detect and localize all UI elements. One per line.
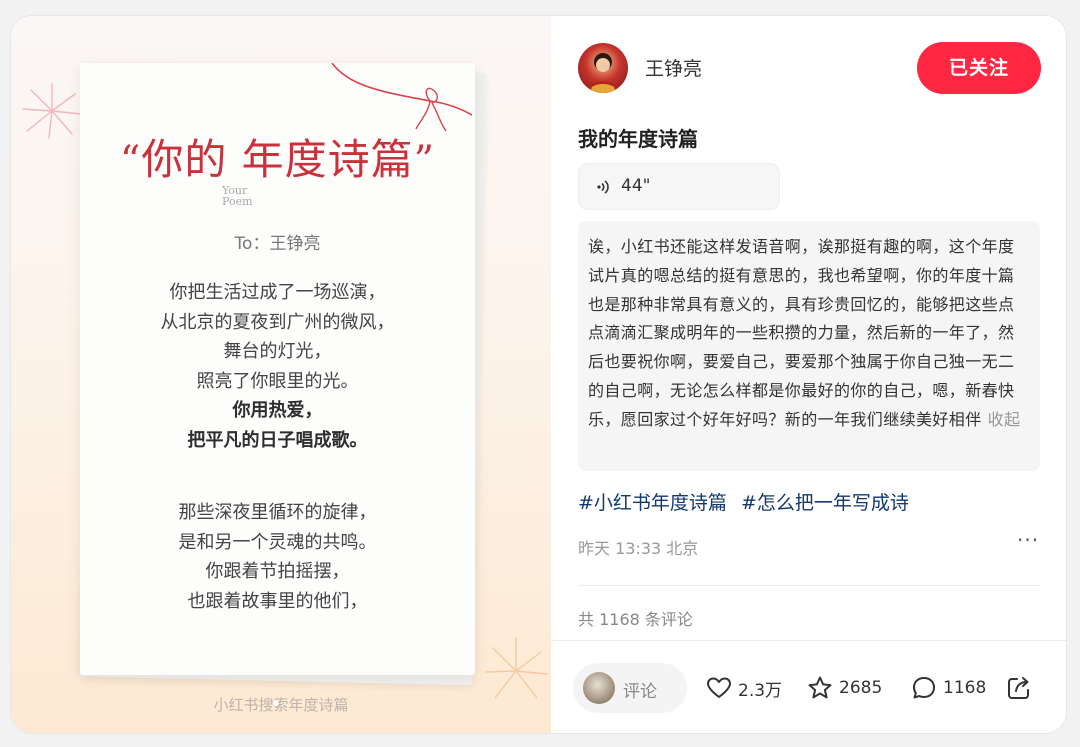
voice-duration: 44" [621, 176, 651, 196]
share-icon [1008, 677, 1029, 699]
poem-line: 舞台的灯光， [223, 341, 332, 362]
poem-recipient: To：王铮亮 [234, 234, 321, 254]
carousel-indicator [273, 700, 279, 706]
poem-line: 你跟着节拍摇摆， [205, 561, 350, 582]
poem-line: 从北京的夏夜到广州的微风， [160, 311, 395, 333]
poem-line: 是和另一个灵魂的共鸣。 [178, 531, 377, 553]
collapse-link[interactable]: 收起 [988, 410, 1021, 429]
favorite-count: 2685 [839, 678, 883, 698]
divider [551, 640, 1066, 641]
heart-icon [707, 677, 731, 698]
share-button[interactable] [1005, 674, 1033, 702]
post-info-panel: 王铮亮 已关注 我的年度诗篇 44" 诶，小红书还能这样发语音啊，诶那挺有趣的啊… [551, 16, 1066, 733]
poem-stanza: 你把生活过成了一场巡演， 从北京的夏夜到广州的微风， 舞台的灯光， 照亮了你眼里… [80, 278, 475, 455]
follow-button[interactable]: 已关注 [917, 42, 1041, 94]
poem-line: 你把生活过成了一场巡演， [169, 282, 386, 303]
voice-wave-icon [597, 180, 609, 194]
user-avatar [583, 672, 615, 704]
poem-title: “你的 年度诗篇” [119, 135, 436, 184]
favorite-button[interactable]: 2685 [807, 674, 882, 702]
comment-button[interactable]: 1168 [911, 674, 986, 702]
firework-decoration [22, 83, 82, 139]
post-image[interactable]: “你的 年度诗篇” Your Poem To：王铮亮 你把生活过成了一场巡演， … [11, 16, 551, 733]
author-name[interactable]: 王铮亮 [645, 54, 702, 81]
post-title: 我的年度诗篇 [578, 127, 698, 151]
your-poem-caption: Your Poem [222, 184, 253, 208]
poem-stanza: 那些深夜里循环的旋律， 是和另一个灵魂的共鸣。 你跟着节拍摇摆， 也跟着故事里的… [80, 498, 475, 616]
voice-transcript: 诶，小红书还能这样发语音啊，诶那挺有趣的啊，这个年度试片真的嗯总结的挺有意思的，… [578, 221, 1040, 471]
author-avatar[interactable] [578, 43, 628, 93]
more-options-button[interactable]: ··· [1017, 528, 1039, 552]
poem-line-bold: 把平凡的日子唱成歌。 [187, 429, 368, 451]
poem-line: 那些深夜里循环的旋律， [178, 502, 377, 523]
poem-line-bold: 你用热爱， [232, 400, 323, 421]
voice-message[interactable]: 44" [578, 163, 780, 210]
comment-count: 1168 [943, 678, 987, 698]
comment-input-placeholder: 评论 [623, 682, 657, 702]
comment-count-label: 共 1168 条评论 [578, 610, 693, 629]
divider [578, 585, 1041, 586]
star-icon [808, 676, 832, 699]
like-count: 2.3万 [738, 680, 783, 701]
transcript-text: 诶，小红书还能这样发语音啊，诶那挺有趣的啊，这个年度试片真的嗯总结的挺有意思的，… [588, 237, 1015, 429]
post-detail-window: “你的 年度诗篇” Your Poem To：王铮亮 你把生活过成了一场巡演， … [10, 15, 1067, 734]
poem-card: “你的 年度诗篇” Your Poem To：王铮亮 你把生活过成了一场巡演， … [80, 63, 475, 675]
hashtag[interactable]: #怎么把一年写成诗 [741, 492, 909, 514]
poem-line: 照亮了你眼里的光。 [196, 370, 359, 392]
hashtag-list: #小红书年度诗篇 #怎么把一年写成诗 [578, 488, 917, 515]
comment-bubble-icon [913, 677, 935, 699]
like-button[interactable]: 2.3万 [706, 674, 782, 702]
hashtag[interactable]: #小红书年度诗篇 [578, 492, 727, 514]
comment-input[interactable]: 评论 [573, 663, 687, 713]
poem-line: 也跟着故事里的他们， [187, 590, 368, 612]
post-time-location: 昨天 13:33 北京 [578, 539, 699, 558]
image-watermark: 小红书搜索年度诗篇 [213, 696, 349, 714]
avatar-figure-icon [586, 53, 620, 93]
